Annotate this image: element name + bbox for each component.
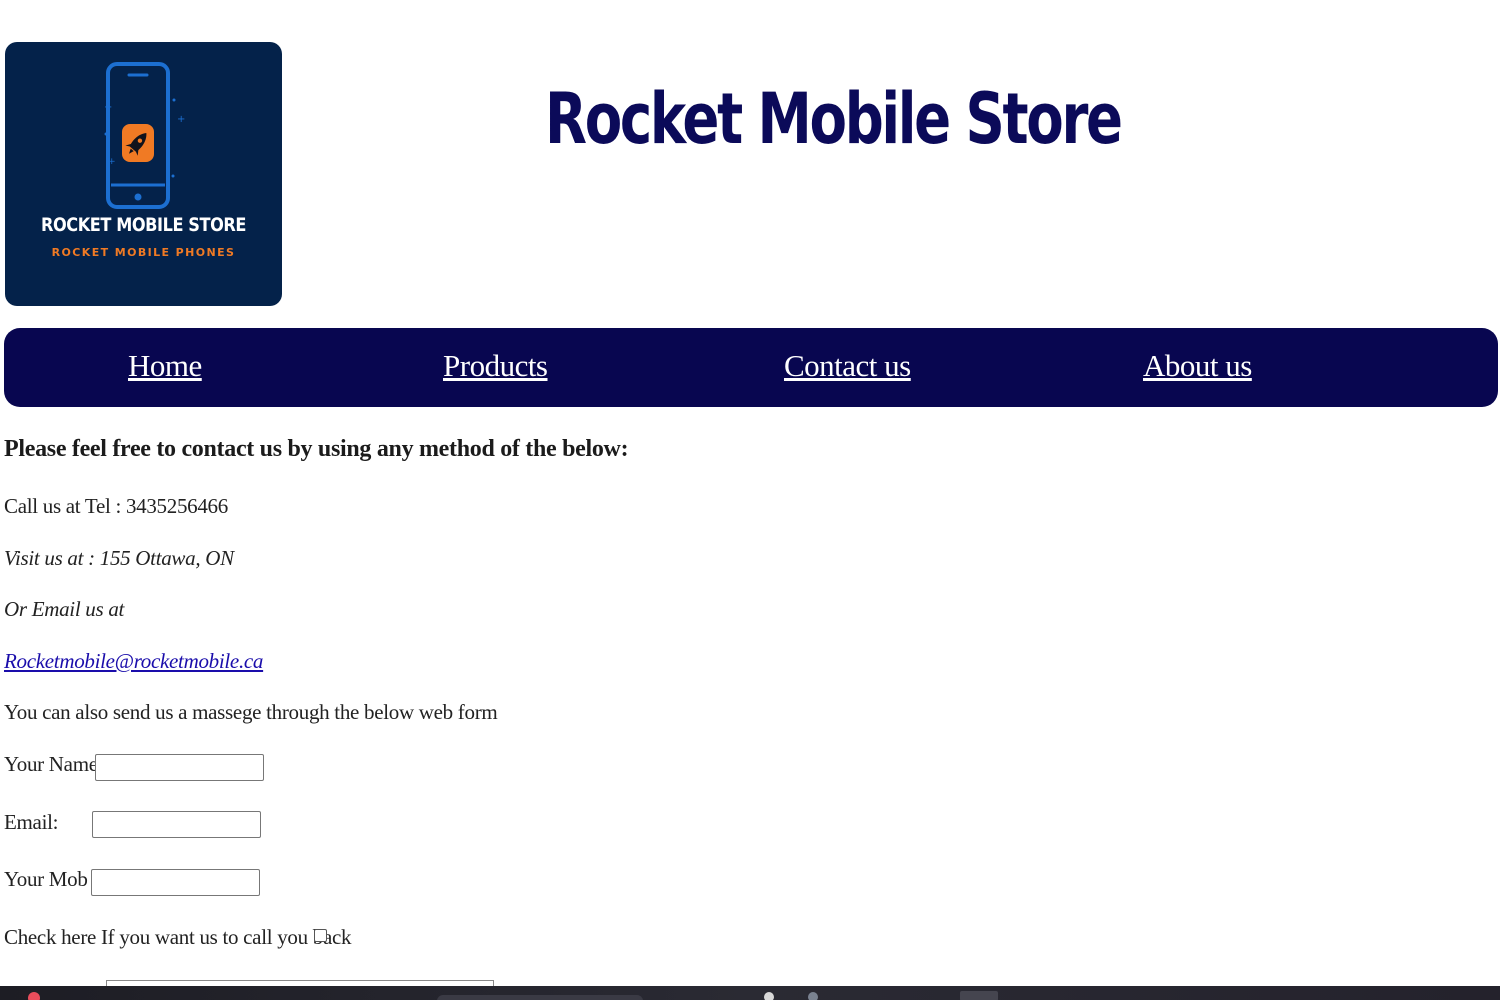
app-icon[interactable] xyxy=(28,992,40,1000)
svg-text:+: + xyxy=(104,102,112,113)
main-navbar: Home Products Contact us About us xyxy=(4,328,1498,407)
pin-icon[interactable] xyxy=(764,992,774,1000)
name-label: Your Name: xyxy=(4,752,104,776)
logo-title: ROCKET MOBILE STORE xyxy=(40,214,247,236)
webform-intro: You can also send us a massege through t… xyxy=(4,700,498,724)
os-taskbar xyxy=(0,986,1500,1000)
taskbar-button[interactable] xyxy=(960,991,998,1000)
email-line: Rocketmobile@rocketmobile.ca xyxy=(4,649,263,674)
store-logo[interactable]: + + + ROCKET MOBILE STORE ROCKET MOBILE … xyxy=(5,42,282,306)
email-link[interactable]: Rocketmobile@rocketmobile.ca xyxy=(4,649,263,673)
email-label: Email: xyxy=(4,810,59,834)
email-field[interactable] xyxy=(92,811,261,838)
user-icon[interactable] xyxy=(808,992,818,1000)
nav-link-contact[interactable]: Contact us xyxy=(784,348,911,384)
phone-rocket-icon: + + + xyxy=(104,62,185,209)
taskbar-search-box[interactable] xyxy=(437,995,643,1000)
callback-label: Check here If you want us to call you ba… xyxy=(4,925,352,949)
svg-text:+: + xyxy=(108,157,116,167)
email-intro: Or Email us at xyxy=(4,597,125,621)
mobile-field[interactable] xyxy=(91,869,260,896)
contact-heading: Please feel free to contact us by using … xyxy=(4,436,629,462)
address-line: Visit us at : 155 Ottawa, ON xyxy=(4,546,234,570)
callback-checkbox[interactable] xyxy=(314,929,327,942)
page: + + + ROCKET MOBILE STORE ROCKET MOBILE … xyxy=(0,0,1500,1000)
logo-subtitle: ROCKET MOBILE PHONES xyxy=(51,246,236,259)
mobile-label: Your Mob : xyxy=(4,867,99,891)
nav-link-home[interactable]: Home xyxy=(128,348,202,384)
nav-link-products[interactable]: Products xyxy=(443,348,548,384)
name-field[interactable] xyxy=(95,754,264,781)
site-title: Rocket Mobile Store xyxy=(545,78,1123,160)
nav-link-about[interactable]: About us xyxy=(1143,348,1252,384)
svg-text:+: + xyxy=(177,114,185,125)
phone-line: Call us at Tel : 3435256466 xyxy=(4,494,228,518)
